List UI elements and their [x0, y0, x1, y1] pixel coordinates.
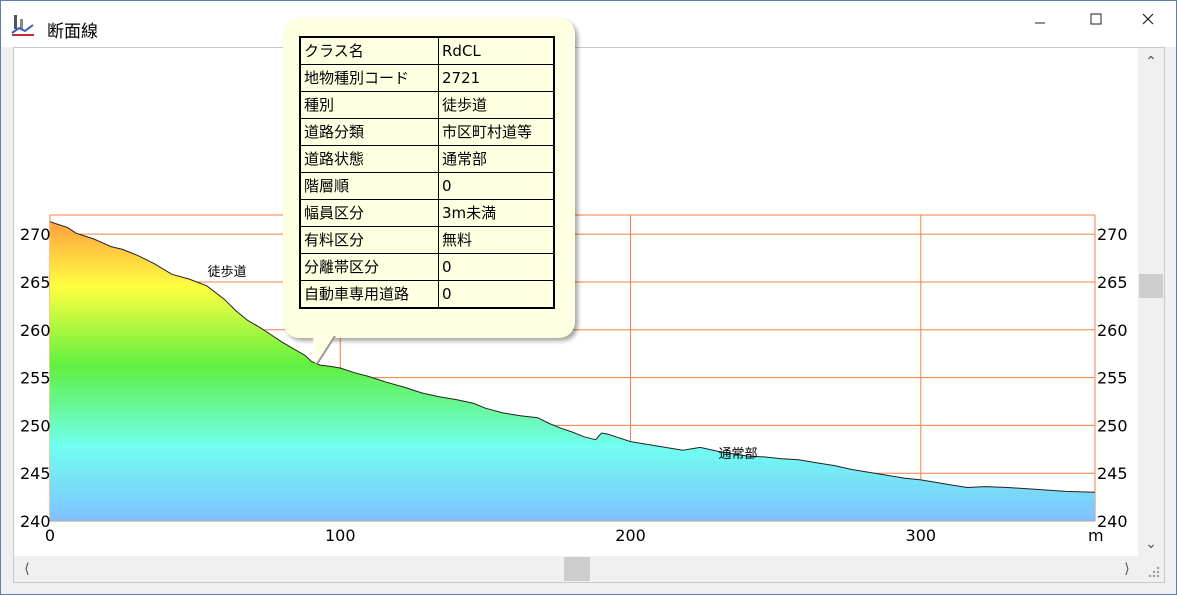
attribute-value: 無料: [438, 226, 555, 254]
attribute-key: 分離帯区分: [299, 253, 439, 281]
vertical-scroll-thumb[interactable]: [1139, 274, 1163, 298]
tooltip-pointer: [313, 336, 336, 365]
vertical-scrollbar[interactable]: ⌃ ⌄: [1138, 48, 1164, 558]
profile-view: 240 240 245 245 250 250 255 255 260 260 265 265 270 2…: [13, 47, 1165, 583]
elevation-profile-chart[interactable]: 240 240245 245250 250255 255260 260265 265270 2…: [14, 48, 1140, 558]
attribute-key: クラス名: [299, 36, 439, 65]
x-tick-label: 200: [615, 526, 646, 545]
attribute-tooltip: クラス名 RdCL 地物種別コード 2721 種別 徒歩道 道路分類 市区町村道等 道路…: [283, 18, 575, 338]
window-title: 断面線: [47, 22, 98, 42]
maximize-button[interactable]: [1073, 7, 1119, 33]
attribute-value: RdCL: [438, 36, 555, 65]
y-tick-label-right: 270: [1097, 225, 1128, 244]
attribute-key: 地物種別コード: [299, 64, 439, 92]
title-bar[interactable]: 断面線: [1, 1, 1176, 47]
minimize-button[interactable]: [1017, 7, 1063, 33]
scroll-right-arrow-icon[interactable]: ⟩: [1114, 556, 1140, 582]
x-tick-label: 300: [906, 526, 937, 545]
attribute-value: 市区町村道等: [438, 118, 555, 146]
table-row: 幅員区分 3m未満: [299, 199, 555, 227]
attribute-value: 通常部: [438, 145, 555, 173]
attribute-key: 道路状態: [299, 145, 439, 173]
horizontal-scrollbar[interactable]: ⟨ ⟩: [14, 556, 1140, 582]
attribute-key: 自動車専用道路: [299, 280, 439, 309]
attribute-key: 道路分類: [299, 118, 439, 146]
table-row: 階層順 0: [299, 172, 555, 200]
attribute-key: 種別: [299, 91, 439, 119]
x-tick-label: 0: [45, 526, 55, 545]
y-tick-label-right: 255: [1097, 369, 1128, 388]
attribute-key: 幅員区分: [299, 199, 439, 227]
x-tick-label: 100: [325, 526, 356, 545]
y-tick-label-left: 250: [20, 416, 51, 435]
attribute-key: 階層順: [299, 172, 439, 200]
y-tick-label-right: 250: [1097, 416, 1128, 435]
minimize-icon: [1035, 22, 1045, 24]
table-row: 地物種別コード 2721: [299, 64, 555, 92]
horizontal-scroll-thumb[interactable]: [564, 557, 590, 581]
table-row: 有料区分 無料: [299, 226, 555, 254]
y-tick-label-left: 260: [20, 321, 51, 340]
attribute-table: クラス名 RdCL 地物種別コード 2721 種別 徒歩道 道路分類 市区町村道等 道路…: [299, 36, 555, 309]
scroll-left-arrow-icon[interactable]: ⟨: [14, 556, 40, 582]
maximize-icon: [1090, 13, 1102, 25]
y-tick-label-left: 270: [20, 225, 51, 244]
profile-annotation: 通常部: [718, 447, 757, 462]
table-row: クラス名 RdCL: [299, 36, 555, 65]
scroll-down-arrow-icon[interactable]: ⌄: [1138, 530, 1164, 558]
y-tick-label-right: 260: [1097, 321, 1128, 340]
attribute-value: 2721: [438, 64, 555, 92]
y-tick-label-left: 255: [20, 369, 51, 388]
profile-window: 断面線 240 240 245 245 250 250 255 255 260 …: [0, 0, 1177, 595]
table-row: 自動車専用道路 0: [299, 280, 555, 309]
table-row: 道路分類 市区町村道等: [299, 118, 555, 146]
close-icon: [1142, 13, 1154, 25]
attribute-value: 徒歩道: [438, 91, 555, 119]
table-row: 種別 徒歩道: [299, 91, 555, 119]
y-tick-label-left: 245: [20, 464, 51, 483]
attribute-value: 0: [438, 253, 555, 281]
attribute-value: 0: [438, 172, 555, 200]
x-unit-label: m: [1088, 526, 1104, 545]
attribute-value: 0: [438, 280, 555, 309]
y-tick-label-left: 265: [20, 273, 51, 292]
table-row: 分離帯区分 0: [299, 253, 555, 281]
table-row: 道路状態 通常部: [299, 145, 555, 173]
y-tick-label-right: 265: [1097, 273, 1128, 292]
profile-annotation: 徒歩道: [208, 265, 247, 280]
y-tick-label-right: 245: [1097, 464, 1128, 483]
attribute-key: 有料区分: [299, 226, 439, 254]
resize-grip-icon[interactable]: [1138, 556, 1164, 582]
close-button[interactable]: [1125, 7, 1171, 33]
scroll-up-arrow-icon[interactable]: ⌃: [1138, 48, 1164, 76]
profile-app-icon: [11, 15, 34, 36]
attribute-value: 3m未満: [438, 199, 555, 227]
